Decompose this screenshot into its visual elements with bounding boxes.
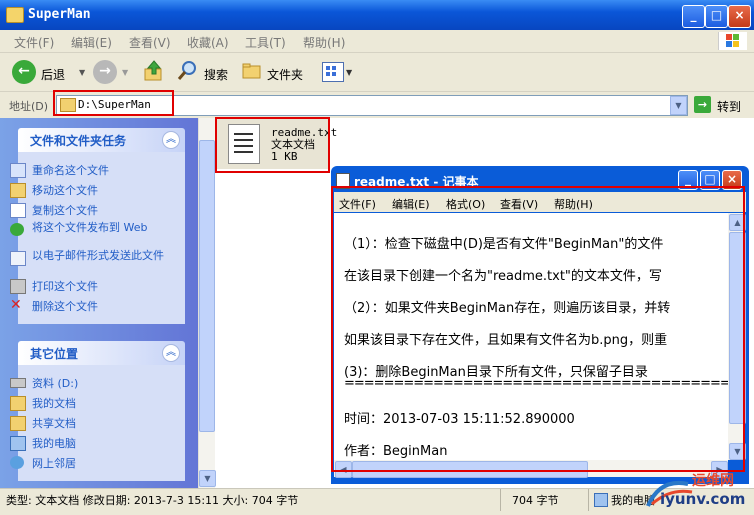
address-dropdown-icon[interactable]: ▼: [670, 96, 687, 115]
printer-icon: [10, 279, 26, 294]
move-icon: [10, 183, 26, 198]
window-title: SuperMan: [28, 7, 91, 22]
task-move[interactable]: 移动这个文件: [10, 182, 182, 198]
task-copy[interactable]: 复制这个文件: [10, 202, 182, 218]
highlight-box: [331, 186, 745, 472]
status-divider: [500, 489, 501, 511]
computer-icon: [594, 493, 608, 507]
task-delete[interactable]: ✕ 删除这个文件: [10, 298, 182, 314]
address-label: 地址(D): [9, 100, 49, 113]
places-panel-header[interactable]: 其它位置 ︽: [18, 341, 185, 365]
search-icon[interactable]: [176, 59, 200, 83]
go-button-label[interactable]: 转到: [717, 98, 741, 115]
place-my-computer[interactable]: 我的电脑: [10, 435, 182, 451]
folders-button-label[interactable]: 文件夹: [267, 66, 303, 83]
place-drive-d[interactable]: 资料 (D:): [10, 375, 182, 391]
menu-favorites[interactable]: 收藏(A): [187, 34, 229, 51]
back-button-label[interactable]: 后退: [41, 66, 65, 83]
folders-icon[interactable]: [241, 60, 263, 82]
task-email[interactable]: 以电子邮件形式发送此文件: [10, 250, 172, 266]
collapse-chevron-icon[interactable]: ︽: [162, 344, 180, 362]
place-shared-documents[interactable]: 共享文档: [10, 415, 182, 431]
network-icon: [10, 456, 24, 469]
places-panel-title: 其它位置: [30, 347, 79, 361]
views-dropdown-icon[interactable]: ▼: [346, 68, 352, 77]
documents-folder-icon: [10, 396, 26, 411]
folder-icon: [6, 7, 24, 23]
title-bar[interactable]: [0, 0, 754, 30]
forward-arrow-icon[interactable]: →: [93, 60, 117, 84]
menu-tools[interactable]: 工具(T): [245, 34, 286, 51]
menu-file[interactable]: 文件(F): [14, 34, 54, 51]
task-print[interactable]: 打印这个文件: [10, 278, 182, 294]
status-details: 类型: 文本文档 修改日期: 2013-7-3 15:11 大小: 704 字节: [6, 494, 299, 507]
tasks-panel-title: 文件和文件夹任务: [30, 134, 127, 148]
menu-view[interactable]: 查看(V): [129, 34, 171, 51]
rename-icon: [10, 163, 26, 178]
up-folder-icon[interactable]: [142, 59, 166, 83]
menu-help[interactable]: 帮助(H): [303, 34, 345, 51]
views-icon[interactable]: [322, 62, 344, 82]
place-network[interactable]: 网上邻居: [10, 455, 182, 471]
highlight-box: [53, 90, 174, 116]
status-divider: [588, 489, 589, 511]
delete-x-icon: ✕: [10, 297, 22, 313]
windows-logo-icon: [718, 32, 747, 50]
search-button-label[interactable]: 搜索: [204, 66, 228, 83]
scroll-thumb[interactable]: [199, 140, 215, 432]
back-dropdown-icon[interactable]: ▼: [79, 68, 85, 77]
computer-icon: [10, 436, 26, 451]
forward-dropdown-icon[interactable]: ▼: [122, 68, 128, 77]
tasks-panel-header[interactable]: 文件和文件夹任务 ︽: [18, 128, 185, 152]
minimize-button[interactable]: _: [682, 5, 705, 28]
menu-edit[interactable]: 编辑(E): [71, 34, 112, 51]
drive-icon: [10, 378, 26, 388]
place-my-documents[interactable]: 我的文档: [10, 395, 182, 411]
watermark-url: iyunv.com: [660, 490, 746, 508]
task-rename[interactable]: 重命名这个文件: [10, 162, 182, 178]
task-publish[interactable]: 将这个文件发布到 Web: [10, 222, 162, 236]
menu-bar: [0, 30, 754, 53]
go-arrow-icon[interactable]: →: [694, 96, 711, 113]
email-icon: [10, 251, 26, 266]
publish-web-icon: [10, 223, 24, 236]
scroll-down-icon[interactable]: ▼: [199, 470, 216, 487]
copy-icon: [10, 203, 26, 218]
status-size: 704 字节: [512, 494, 559, 507]
highlight-box: [215, 117, 330, 173]
watermark-text: 运维网: [692, 473, 734, 489]
back-arrow-icon[interactable]: ←: [12, 60, 36, 84]
maximize-button[interactable]: □: [705, 5, 728, 28]
collapse-chevron-icon[interactable]: ︽: [162, 131, 180, 149]
shared-folder-icon: [10, 416, 26, 431]
close-button[interactable]: ×: [728, 5, 751, 28]
